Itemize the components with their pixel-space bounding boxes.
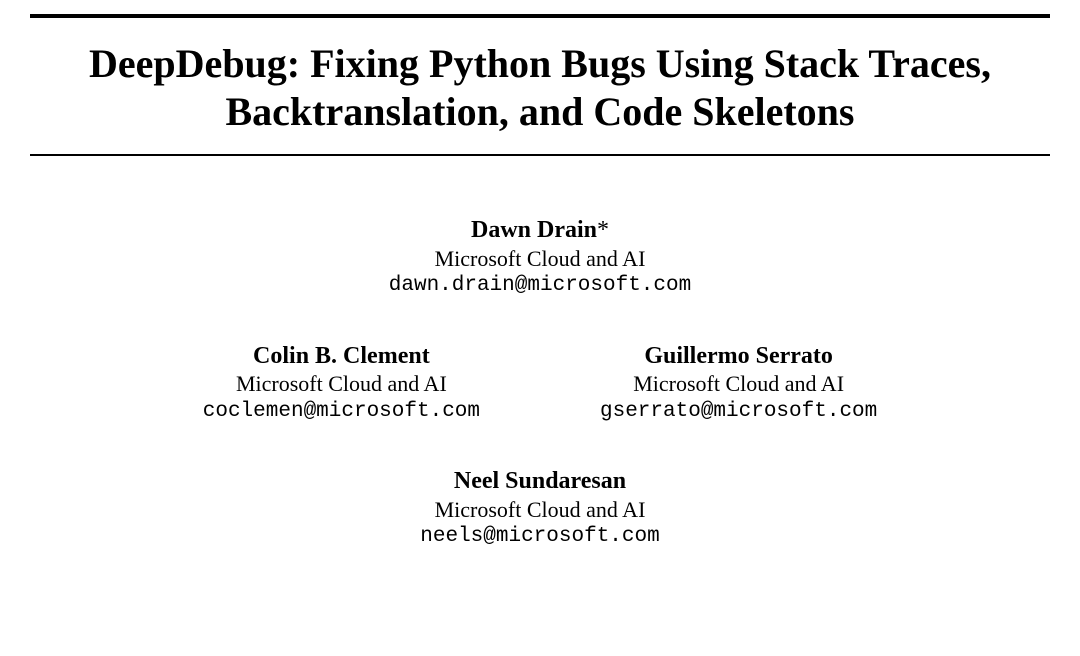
paper-title: DeepDebug: Fixing Python Bugs Using Stac… <box>30 40 1050 136</box>
author-email: gserrato@microsoft.com <box>600 398 877 425</box>
author-name-text: Colin B. Clement <box>253 343 430 369</box>
author-entry: Neel Sundaresan Microsoft Cloud and AI n… <box>420 467 659 551</box>
author-affiliation: Microsoft Cloud and AI <box>389 245 691 273</box>
author-name: Guillermo Serrato <box>600 342 877 371</box>
author-note-mark: * <box>597 217 609 243</box>
authors-block: Dawn Drain* Microsoft Cloud and AI dawn.… <box>30 216 1050 551</box>
author-entry: Guillermo Serrato Microsoft Cloud and AI… <box>600 342 877 426</box>
author-affiliation: Microsoft Cloud and AI <box>600 370 877 398</box>
author-affiliation: Microsoft Cloud and AI <box>203 370 480 398</box>
author-name-text: Guillermo Serrato <box>644 343 833 369</box>
author-row-3: Neel Sundaresan Microsoft Cloud and AI n… <box>30 467 1050 551</box>
author-row-1: Dawn Drain* Microsoft Cloud and AI dawn.… <box>30 216 1050 300</box>
mid-rule <box>30 154 1050 156</box>
author-name-text: Neel Sundaresan <box>454 468 626 494</box>
author-name: Dawn Drain* <box>389 216 691 245</box>
author-name: Colin B. Clement <box>203 342 480 371</box>
author-row-2: Colin B. Clement Microsoft Cloud and AI … <box>30 342 1050 426</box>
author-entry: Dawn Drain* Microsoft Cloud and AI dawn.… <box>389 216 691 300</box>
author-name-text: Dawn Drain <box>471 217 597 243</box>
top-rule <box>30 14 1050 18</box>
author-affiliation: Microsoft Cloud and AI <box>420 496 659 524</box>
author-entry: Colin B. Clement Microsoft Cloud and AI … <box>203 342 480 426</box>
author-email: dawn.drain@microsoft.com <box>389 272 691 299</box>
author-email: neels@microsoft.com <box>420 523 659 550</box>
paper-title-page: DeepDebug: Fixing Python Bugs Using Stac… <box>0 14 1080 656</box>
author-email: coclemen@microsoft.com <box>203 398 480 425</box>
author-name: Neel Sundaresan <box>420 467 659 496</box>
